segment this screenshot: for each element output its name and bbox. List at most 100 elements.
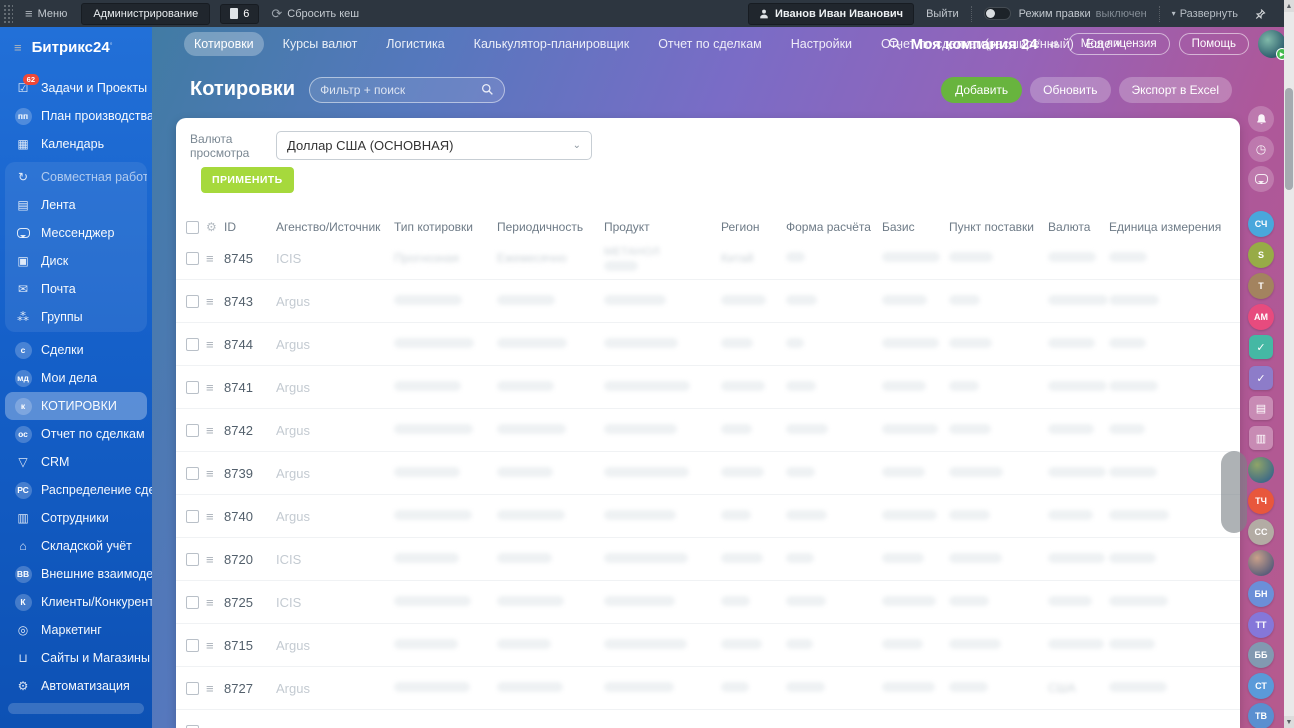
brand[interactable]: ≡ Битрикс24◦ [0,27,152,66]
avatar-СЧ[interactable]: СЧ [1248,211,1274,237]
sidebar-item-feed[interactable]: ▤ Лента [5,191,147,219]
avatar-ТВ[interactable]: ТВ [1248,703,1274,728]
switch-company-icon[interactable]: ⇄ [1050,38,1059,51]
avatar-ББ[interactable]: ББ [1248,642,1274,668]
license-button[interactable]: Моя лицензия [1067,33,1170,55]
row-checkbox[interactable] [186,638,199,652]
sidebar-item-calendar[interactable]: ▦ Календарь [0,130,152,158]
table-row[interactable]: ≡ 8745 ICIS Прогнозная Ежемесячно МЕТАНОЛ Кита… [176,237,1240,280]
avatar-СС[interactable]: СС [1248,519,1274,545]
tab-настройки[interactable]: Настройки [781,32,862,56]
row-menu-icon[interactable]: ≡ [206,466,224,481]
sidebar-item-my-tasks[interactable]: мд Мои дела [0,364,152,392]
checklist-teal-icon[interactable]: ✓ [1249,335,1273,359]
avatar-S[interactable]: S [1248,242,1274,268]
sidebar-item-tasks[interactable]: ☑ 62 Задачи и Проекты [0,74,152,102]
currency-select[interactable]: Доллар США (ОСНОВНАЯ) ⌄ [276,131,592,160]
avatar-ТТ[interactable]: ТТ [1248,612,1274,638]
scroll-down-icon[interactable]: ▼ [1284,716,1294,728]
export-excel-button[interactable]: Экспорт в Excel [1118,76,1232,103]
sidebar-item-deals[interactable]: с Сделки [0,336,152,364]
avatar-СТ[interactable]: СТ [1248,673,1274,699]
tab-курсы-валют[interactable]: Курсы валют [273,32,368,56]
sidebar-item-employees[interactable]: ▥ Сотрудники [0,504,152,532]
table-row[interactable]: ≡ 8741 Argus [176,366,1240,409]
sidebar-item-groups[interactable]: ⁂ Группы [5,303,147,331]
sidebar-item-external-integrations[interactable]: ВВ Внешние взаимодейс... [0,560,152,588]
sidebar-item-mail[interactable]: ✉ Почта [5,275,147,303]
sidebar-item-deals-report[interactable]: ос Отчет по сделкам [0,420,152,448]
expand-button[interactable]: ▾ Развернуть [1172,8,1238,20]
select-all-checkbox[interactable] [186,220,199,234]
row-menu-icon[interactable]: ≡ [206,552,224,567]
avatar-T[interactable]: T [1248,273,1274,299]
notifications-badge[interactable]: 6 [220,3,260,24]
add-button[interactable]: Добавить [941,76,1023,103]
sidebar-item-marketing[interactable]: ◎ Маркетинг [0,616,152,644]
filter-search-input[interactable] [320,82,482,97]
table-row[interactable]: ≡ [176,710,1240,728]
row-checkbox[interactable] [186,251,199,265]
idcard-icon[interactable]: ▥ [1249,426,1273,450]
current-user-button[interactable]: Иванов Иван Иванович [747,2,915,25]
row-menu-icon[interactable]: ≡ [206,294,224,309]
table-row[interactable]: ≡ 8715 Argus [176,624,1240,667]
menu-button[interactable]: ≡ Меню [25,6,67,21]
page-scroll-thumb[interactable] [1285,88,1293,190]
grid-settings-gear-icon[interactable]: ⚙ [206,220,224,234]
sidebar-item-sites-stores[interactable]: ⊔ Сайты и Магазины [0,644,152,672]
refresh-button[interactable]: Обновить [1030,76,1111,103]
row-menu-icon[interactable]: ≡ [206,595,224,610]
checklist-purple-icon[interactable]: ✓ [1249,366,1273,390]
sidebar-item-messenger[interactable]: Мессенджер [5,219,147,247]
row-checkbox[interactable] [186,380,199,394]
photo-avatar[interactable] [1248,550,1274,576]
tab-калькулятор-планировщик[interactable]: Калькулятор-планировщик [464,32,640,56]
table-row[interactable]: ≡ 8740 Argus [176,495,1240,538]
table-row[interactable]: ≡ 8739 Argus [176,452,1240,495]
scroll-up-icon[interactable]: ▲ [1284,0,1294,12]
row-menu-icon[interactable]: ≡ [206,337,224,352]
avatar-АМ[interactable]: АМ [1248,304,1274,330]
filter-search[interactable] [309,76,506,103]
table-row[interactable]: ≡ 8742 Argus [176,409,1240,452]
photo-avatar[interactable] [1248,457,1274,483]
row-menu-icon[interactable]: ≡ [206,638,224,653]
row-menu-icon[interactable]: ≡ [206,724,224,728]
pin-icon[interactable] [1254,8,1266,20]
board-icon[interactable]: ▤ [1249,396,1273,420]
row-menu-icon[interactable]: ≡ [206,681,224,696]
table-row[interactable]: ≡ 8743 Argus [176,280,1240,323]
table-row[interactable]: ≡ 8725 ICIS [176,581,1240,624]
tab-отчет-по-сделкам[interactable]: Отчет по сделкам [648,32,772,56]
apply-button[interactable]: ПРИМЕНИТЬ [201,167,294,193]
logout-link[interactable]: Выйти [926,8,959,20]
tab-котировки[interactable]: Котировки [184,32,264,56]
table-row[interactable]: ≡ 8744 Argus [176,323,1240,366]
edit-mode-toggle[interactable] [983,7,1011,20]
avatar-БН[interactable]: БН [1248,581,1274,607]
row-menu-icon[interactable]: ≡ [206,380,224,395]
admin-button[interactable]: Администрирование [81,2,211,25]
row-checkbox[interactable] [186,509,199,523]
table-row[interactable]: ≡ 8727 Argus США [176,667,1240,710]
sidebar-group-header[interactable]: ↻Совместная работа⌃ [5,163,147,191]
sidebar-item-production-plan[interactable]: пп План производства [0,102,152,130]
bell-icon[interactable] [1248,106,1274,132]
tab-логистика[interactable]: Логистика [376,32,454,56]
row-checkbox[interactable] [186,466,199,480]
row-checkbox[interactable] [186,294,199,308]
sidebar-item-warehouse[interactable]: ⌂ Складской учёт [0,532,152,560]
row-checkbox[interactable] [186,681,199,695]
row-checkbox[interactable] [186,423,199,437]
history-icon[interactable]: ◷ [1248,136,1274,162]
row-checkbox[interactable] [186,552,199,566]
search-icon[interactable] [888,37,902,51]
sidebar-item-clients-competitors[interactable]: К Клиенты/Конкуренты [0,588,152,616]
sidebar-item-drive[interactable]: ▣ Диск [5,247,147,275]
content-scroll-thumb[interactable] [1221,451,1247,533]
row-menu-icon[interactable]: ≡ [206,251,224,266]
sidebar-item-crm[interactable]: ▽ CRM [0,448,152,476]
sidebar-item-quotes[interactable]: к КОТИРОВКИ [5,392,147,420]
row-checkbox[interactable] [186,724,199,728]
